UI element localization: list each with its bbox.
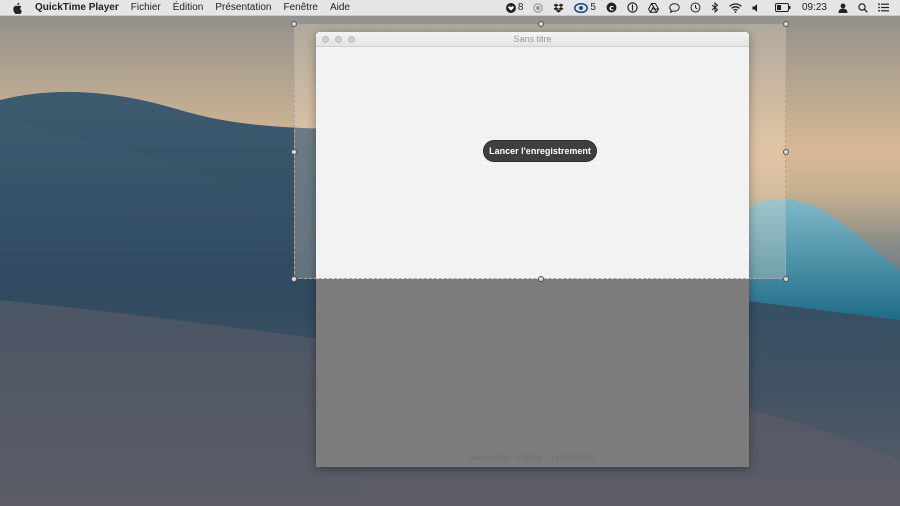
cloud-sync-icon xyxy=(574,2,589,13)
volume-icon[interactable] xyxy=(747,0,766,15)
button-corner-mark xyxy=(482,158,488,164)
notification-count: 8 xyxy=(517,2,524,13)
resize-handle-top-left[interactable] xyxy=(291,21,297,27)
resize-handle-top[interactable] xyxy=(538,21,544,27)
copyright-c-icon[interactable]: c xyxy=(601,0,622,15)
menu-fichier[interactable]: Fichier xyxy=(125,0,167,15)
record-status-icon[interactable] xyxy=(528,0,548,15)
svg-text:c: c xyxy=(609,3,614,12)
bluetooth-icon[interactable] xyxy=(706,0,724,15)
apple-menu-icon[interactable] xyxy=(11,2,23,14)
menu-edition[interactable]: Édition xyxy=(167,0,210,15)
status-menu-area: 8 5 c 09:23 xyxy=(501,0,900,15)
menu-bar: QuickTime Player Fichier Édition Présent… xyxy=(0,0,900,16)
outside-selection-shade xyxy=(316,279,749,467)
notification-center-icon[interactable] xyxy=(873,0,900,15)
dropbox-sync-icon[interactable] xyxy=(548,0,569,15)
heart-icon xyxy=(505,2,516,13)
sync-badge-item[interactable]: 5 xyxy=(569,0,601,15)
google-drive-icon[interactable] xyxy=(643,0,664,15)
editor-status-line: Markdown · 0 mots · 0 caractères xyxy=(469,453,596,462)
resize-handle-right[interactable] xyxy=(783,149,789,155)
resize-handle-bottom-left[interactable] xyxy=(291,276,297,282)
notification-badge-item[interactable]: 8 xyxy=(501,0,529,15)
wifi-icon[interactable] xyxy=(724,0,747,15)
start-recording-button[interactable]: Lancer l'enregistrement xyxy=(484,141,596,161)
sync-count: 5 xyxy=(590,2,596,13)
resize-handle-top-right[interactable] xyxy=(783,21,789,27)
user-account-icon[interactable] xyxy=(833,0,853,15)
menu-presentation[interactable]: Présentation xyxy=(209,0,277,15)
menu-fenetre[interactable]: Fenêtre xyxy=(278,0,324,15)
menu-aide[interactable]: Aide xyxy=(324,0,356,15)
info-circle-icon[interactable] xyxy=(622,0,643,15)
button-corner-mark xyxy=(593,158,599,164)
resize-handle-bottom-right[interactable] xyxy=(783,276,789,282)
resize-handle-bottom[interactable] xyxy=(538,276,544,282)
battery-icon[interactable] xyxy=(766,0,796,15)
button-corner-mark xyxy=(482,139,488,145)
resize-handle-left[interactable] xyxy=(291,149,297,155)
menu-app-name[interactable]: QuickTime Player xyxy=(29,0,125,15)
spotlight-search-icon[interactable] xyxy=(853,0,873,15)
clock[interactable]: 09:23 xyxy=(796,0,833,15)
button-corner-mark xyxy=(593,139,599,145)
chat-bubble-icon[interactable] xyxy=(664,0,685,15)
time-machine-icon[interactable] xyxy=(685,0,706,15)
